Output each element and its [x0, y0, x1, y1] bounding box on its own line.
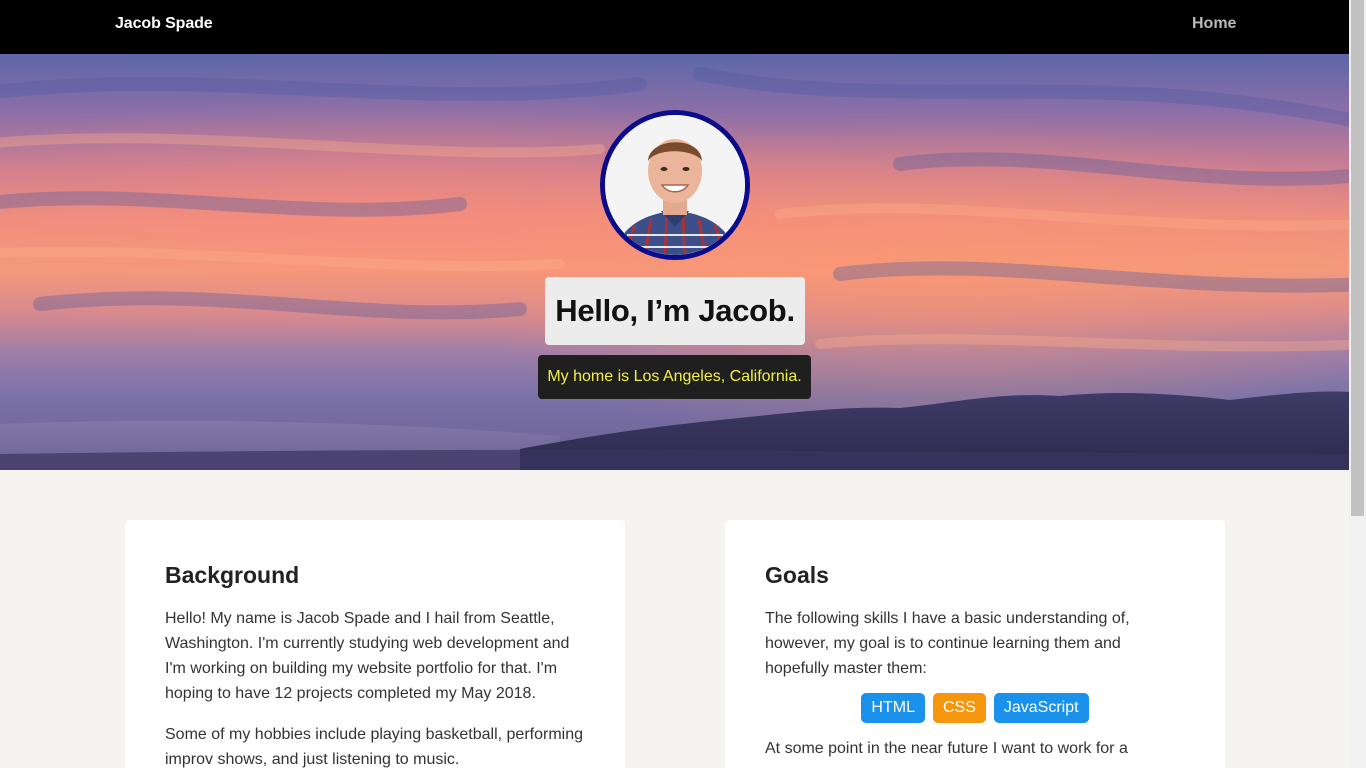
- goals-outro: At some point in the near future I want …: [765, 740, 1128, 757]
- skills-list: HTML CSS JavaScript: [765, 693, 1185, 723]
- nav-home-link[interactable]: Home: [1192, 15, 1236, 33]
- hero-title: Hello, I’m Jacob.: [555, 293, 795, 328]
- hero-title-box: Hello, I’m Jacob.: [545, 277, 805, 345]
- brand-link[interactable]: Jacob Spade: [115, 15, 213, 33]
- goals-card: Goals The following skills I have a basi…: [725, 520, 1225, 768]
- hero-subtitle: My home is Los Angeles, California.: [547, 368, 802, 385]
- background-card: Background Hello! My name is Jacob Spade…: [125, 520, 625, 768]
- top-navbar: Jacob Spade Home: [0, 0, 1349, 54]
- hero-subtitle-box: My home is Los Angeles, California.: [538, 355, 811, 399]
- background-paragraph-1: Hello! My name is Jacob Spade and I hail…: [165, 610, 570, 702]
- scrollbar-thumb[interactable]: [1351, 0, 1364, 516]
- page: Jacob Spade Home Hello, I’m Jacob. My ho…: [0, 0, 1349, 768]
- vertical-scrollbar[interactable]: [1349, 0, 1366, 768]
- skill-badge-css: CSS: [932, 693, 986, 723]
- goals-intro: The following skills I have a basic unde…: [765, 610, 1130, 677]
- skill-badge-javascript: JavaScript: [993, 693, 1089, 723]
- profile-photo: [605, 115, 745, 255]
- background-heading: Background: [165, 562, 300, 588]
- hero-banner: Hello, I’m Jacob. My home is Los Angeles…: [0, 54, 1349, 470]
- goals-heading: Goals: [765, 562, 829, 588]
- profile-avatar: [600, 110, 750, 260]
- background-paragraph-2: Some of my hobbies include playing baske…: [165, 726, 584, 768]
- skill-badge-html: HTML: [861, 693, 925, 723]
